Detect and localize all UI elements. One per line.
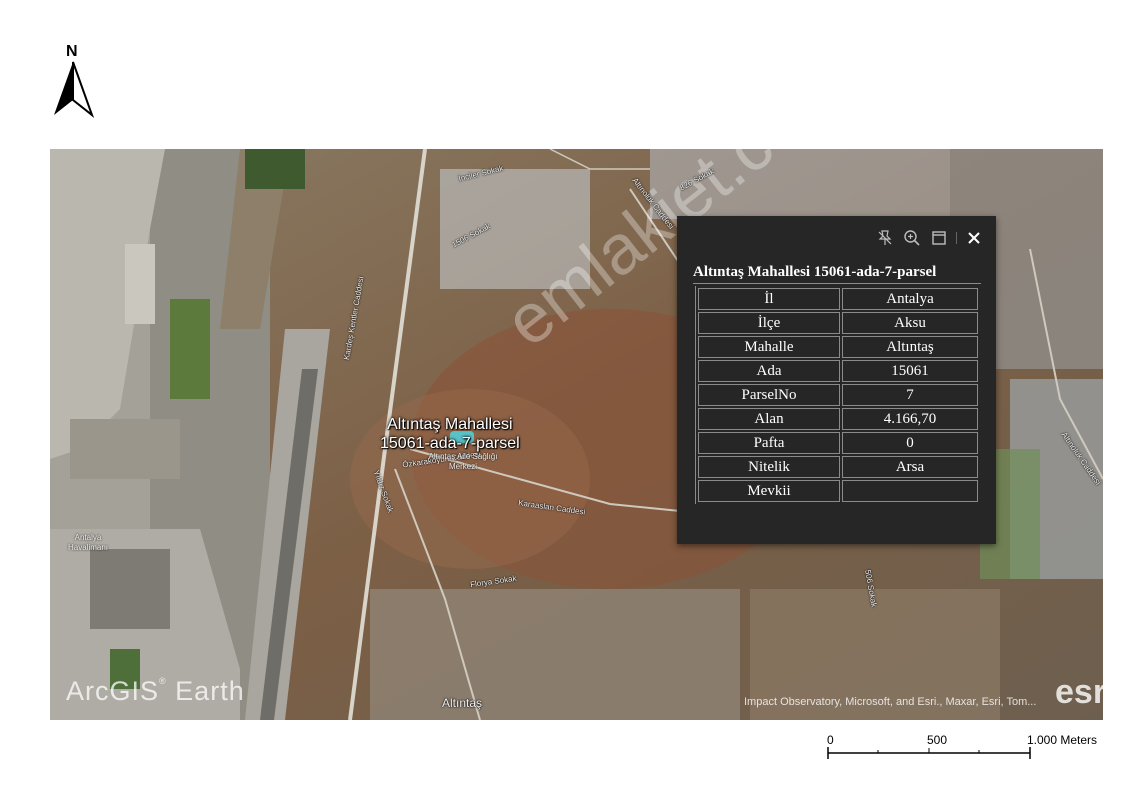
attr-value: 15061 — [842, 360, 978, 382]
scale-bar-graphic — [827, 747, 1031, 759]
table-row: Ada 15061 — [698, 360, 978, 382]
parcel-label-line: Altıntaş Mahallesi — [387, 416, 513, 433]
close-icon[interactable] — [964, 228, 984, 248]
north-arrow: N — [50, 40, 96, 120]
attr-value: Arsa — [842, 456, 978, 478]
table-row: Mevkii — [698, 480, 978, 502]
attr-value: 0 — [842, 432, 978, 454]
arcgis-earth-logo: ArcGIS® Earth — [66, 676, 245, 706]
table-row: Mahalle Altıntaş — [698, 336, 978, 358]
scale-bar: 0 500 1.000 Meters — [822, 733, 1112, 763]
attr-key: İl — [698, 288, 840, 310]
attr-value: 4.166,70 — [842, 408, 978, 430]
toolbar-divider — [956, 232, 957, 244]
attr-key: Alan — [698, 408, 840, 430]
attr-key: Ada — [698, 360, 840, 382]
table-row: ParselNo 7 — [698, 384, 978, 406]
parcel-label: Altıntaş Mahallesi 15061-ada-7-parsel — [380, 415, 520, 453]
airport-label: Antalya Havalimanı — [67, 533, 108, 552]
pin-icon[interactable] — [875, 228, 895, 248]
neighborhood-label: Altıntaş — [442, 696, 483, 710]
table-row: Nitelik Arsa — [698, 456, 978, 478]
attr-value: Aksu — [842, 312, 978, 334]
attribute-table: İl Antalya İlçe Aksu Mahalle Altıntaş Ada 15… — [695, 286, 980, 504]
attr-key: İlçe — [698, 312, 840, 334]
attr-value: Antalya — [842, 288, 978, 310]
popup-title: Altıntaş Mahallesi 15061-ada-7-parsel — [693, 264, 937, 280]
attribution-text[interactable]: Impact Observatory, Microsoft, and Esri.… — [744, 696, 1036, 708]
zoom-to-icon[interactable] — [902, 228, 922, 248]
table-row: Pafta 0 — [698, 432, 978, 454]
feature-popup: Altıntaş Mahallesi 15061-ada-7-parsel İl… — [677, 216, 996, 544]
popup-divider — [693, 283, 981, 284]
attr-key: Pafta — [698, 432, 840, 454]
attr-key: Mevkii — [698, 480, 840, 502]
attr-value: 7 — [842, 384, 978, 406]
attr-key: Nitelik — [698, 456, 840, 478]
parcel-label-line: 15061-ada-7-parsel — [380, 435, 520, 452]
attr-key: ParselNo — [698, 384, 840, 406]
maximize-icon[interactable] — [929, 228, 949, 248]
map-view[interactable]: emlakjet.com İnciler Sokak 1506 Sokak Al… — [50, 149, 1103, 720]
attr-key: Mahalle — [698, 336, 840, 358]
attr-value: Altıntaş — [842, 336, 978, 358]
table-row: İlçe Aksu — [698, 312, 978, 334]
table-row: İl Antalya — [698, 288, 978, 310]
attr-value — [842, 480, 978, 502]
popup-toolbar — [875, 228, 984, 248]
table-row: Alan 4.166,70 — [698, 408, 978, 430]
health-center-label: Altıntaş Aile Sağlığı Merkezi — [428, 452, 498, 471]
esri-logo: esri — [1055, 673, 1103, 711]
north-arrow-letter: N — [66, 43, 78, 60]
scale-label: 1.000 Meters — [1027, 733, 1098, 747]
